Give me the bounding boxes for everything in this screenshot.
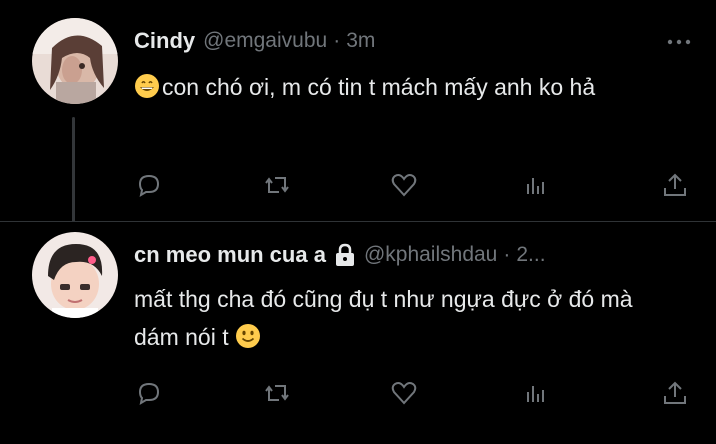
avatar[interactable] bbox=[32, 18, 118, 104]
more-icon[interactable] bbox=[666, 32, 692, 52]
thread-connector bbox=[72, 117, 75, 222]
separator-dot: · bbox=[333, 29, 341, 52]
share-icon[interactable] bbox=[660, 170, 690, 200]
reply-icon[interactable] bbox=[134, 378, 164, 408]
tweet-text: mất thg cha đó cũng đụ t như ngựa đực ở … bbox=[134, 280, 674, 360]
like-icon[interactable] bbox=[389, 170, 419, 200]
retweet-icon[interactable] bbox=[262, 170, 292, 200]
slightly-smiling-face-icon bbox=[235, 322, 261, 360]
reply-icon[interactable] bbox=[134, 170, 164, 200]
display-name[interactable]: cn meo mun cua a bbox=[134, 242, 326, 268]
tweet-actions bbox=[134, 170, 694, 200]
tweet-text: con chó ơi, m có tin t mách mấy anh ko h… bbox=[134, 68, 674, 110]
grinning-face-icon bbox=[134, 72, 160, 110]
separator-dot: · bbox=[503, 243, 511, 266]
username[interactable]: @emgaivubu bbox=[203, 29, 327, 53]
timestamp[interactable]: 2... bbox=[516, 243, 545, 267]
tweet-reply[interactable]: cn meo mun cua a @kphailshdau · 2... mất… bbox=[0, 222, 716, 444]
tweet-header: Cindy @emgaivubu · 3m bbox=[134, 26, 375, 56]
share-icon[interactable] bbox=[660, 378, 690, 408]
timestamp[interactable]: 3m bbox=[346, 29, 375, 53]
views-icon[interactable] bbox=[522, 378, 552, 408]
username[interactable]: @kphailshdau bbox=[364, 243, 497, 267]
avatar[interactable] bbox=[32, 232, 118, 318]
tweet-cindy[interactable]: Cindy @emgaivubu · 3m con chó ơi, m có t… bbox=[0, 0, 716, 222]
lock-icon bbox=[334, 243, 356, 267]
tweet-text-body: mất thg cha đó cũng đụ t như ngựa đực ở … bbox=[134, 286, 633, 350]
tweet-header: cn meo mun cua a @kphailshdau · 2... bbox=[134, 240, 546, 270]
like-icon[interactable] bbox=[389, 378, 419, 408]
tweet-actions bbox=[134, 378, 694, 408]
views-icon[interactable] bbox=[522, 170, 552, 200]
tweet-text-body: con chó ơi, m có tin t mách mấy anh ko h… bbox=[162, 74, 596, 100]
retweet-icon[interactable] bbox=[262, 378, 292, 408]
display-name[interactable]: Cindy bbox=[134, 28, 195, 54]
